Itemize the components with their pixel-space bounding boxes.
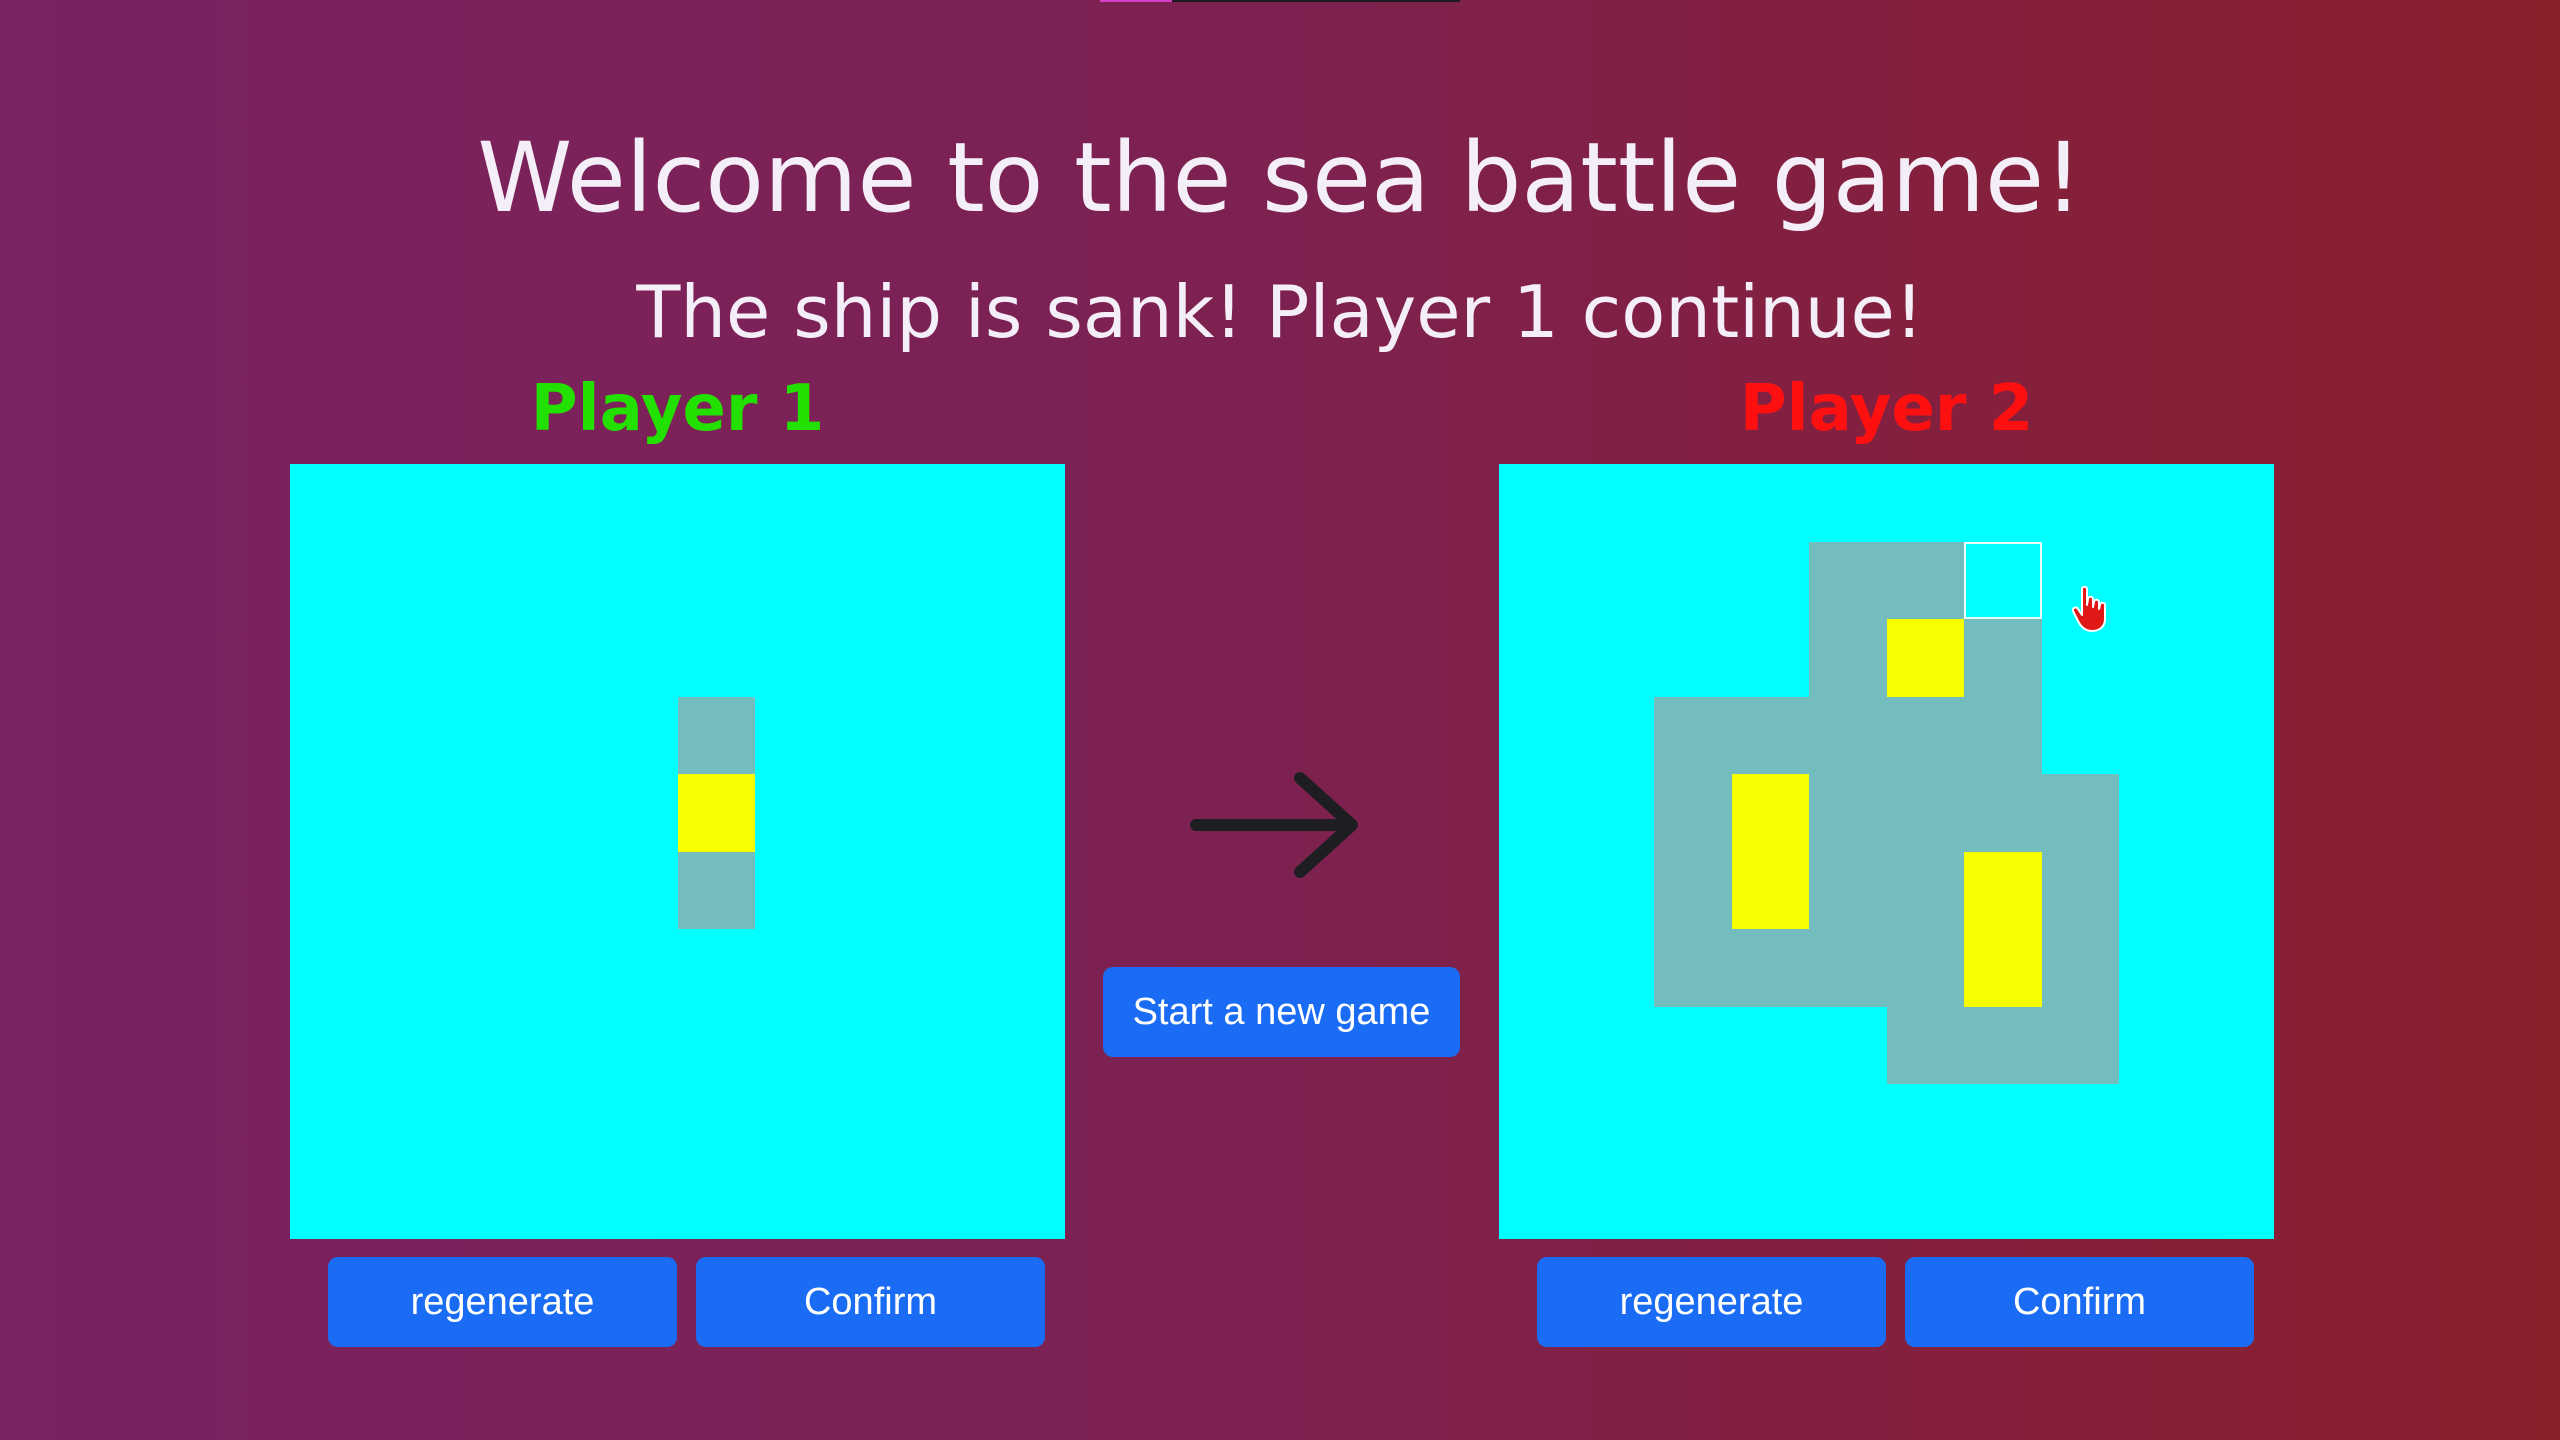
board-cell-miss[interactable]	[2041, 929, 2119, 1007]
board-cell-miss[interactable]	[1654, 929, 1732, 1007]
player-1-regenerate-button[interactable]: regenerate	[328, 1257, 677, 1347]
player-2-board[interactable]	[1499, 464, 2274, 1239]
top-strip-track	[1172, 0, 1460, 2]
board-cell-hit[interactable]	[1964, 929, 2042, 1007]
game-status-message: The ship is sank! Player 1 continue!	[636, 270, 1924, 354]
board-cell-miss[interactable]	[1809, 851, 1887, 929]
player-1-board[interactable]	[290, 464, 1065, 1239]
board-cell-hit[interactable]	[1731, 851, 1809, 929]
board-cell-miss[interactable]	[1654, 696, 1732, 774]
board-cell-hit[interactable]	[677, 774, 755, 852]
board-cell-miss[interactable]	[1964, 696, 2042, 774]
board-cell-miss[interactable]	[1809, 774, 1887, 852]
board-cell-miss[interactable]	[1886, 929, 1964, 1007]
board-cell-miss[interactable]	[1731, 696, 1809, 774]
board-cell-miss[interactable]	[1654, 774, 1732, 852]
board-cell-hover[interactable]	[1964, 541, 2042, 619]
player-2-label: Player 2	[1739, 372, 2034, 446]
board-cell-miss[interactable]	[1809, 696, 1887, 774]
hand-pointer-icon	[2071, 585, 2106, 632]
page-title: Welcome to the sea battle game!	[477, 122, 2083, 234]
board-cell-hit[interactable]	[1731, 774, 1809, 852]
board-cell-miss[interactable]	[1886, 774, 1964, 852]
start-new-game-button[interactable]: Start a new game	[1103, 967, 1460, 1057]
board-cell-miss[interactable]	[1809, 541, 1887, 619]
board-cell-hit[interactable]	[1964, 851, 2042, 929]
board-cell-miss[interactable]	[1809, 619, 1887, 697]
board-cell-miss[interactable]	[1809, 929, 1887, 1007]
board-cell-miss[interactable]	[2041, 774, 2119, 852]
board-cell-miss[interactable]	[677, 851, 755, 929]
board-cell-miss[interactable]	[1886, 696, 1964, 774]
board-cell-miss[interactable]	[677, 696, 755, 774]
player-1-confirm-button[interactable]: Confirm	[696, 1257, 1045, 1347]
board-cell-miss[interactable]	[1886, 851, 1964, 929]
player-2-regenerate-button[interactable]: regenerate	[1537, 1257, 1886, 1347]
top-progress-strip	[1100, 0, 1460, 2]
board-cell-miss[interactable]	[2041, 1006, 2119, 1084]
board-cell-miss[interactable]	[1964, 774, 2042, 852]
board-cell-miss[interactable]	[1886, 1006, 1964, 1084]
board-cell-miss[interactable]	[1731, 929, 1809, 1007]
board-cell-hit[interactable]	[1886, 619, 1964, 697]
board-cell-miss[interactable]	[1964, 619, 2042, 697]
top-strip-accent	[1100, 0, 1172, 2]
player-1-label: Player 1	[530, 372, 825, 446]
arrow-right-icon	[1190, 772, 1358, 878]
player-2-confirm-button[interactable]: Confirm	[1905, 1257, 2254, 1347]
board-cell-miss[interactable]	[1964, 1006, 2042, 1084]
board-cell-miss[interactable]	[1886, 541, 1964, 619]
board-cell-miss[interactable]	[1654, 851, 1732, 929]
board-cell-miss[interactable]	[2041, 851, 2119, 929]
